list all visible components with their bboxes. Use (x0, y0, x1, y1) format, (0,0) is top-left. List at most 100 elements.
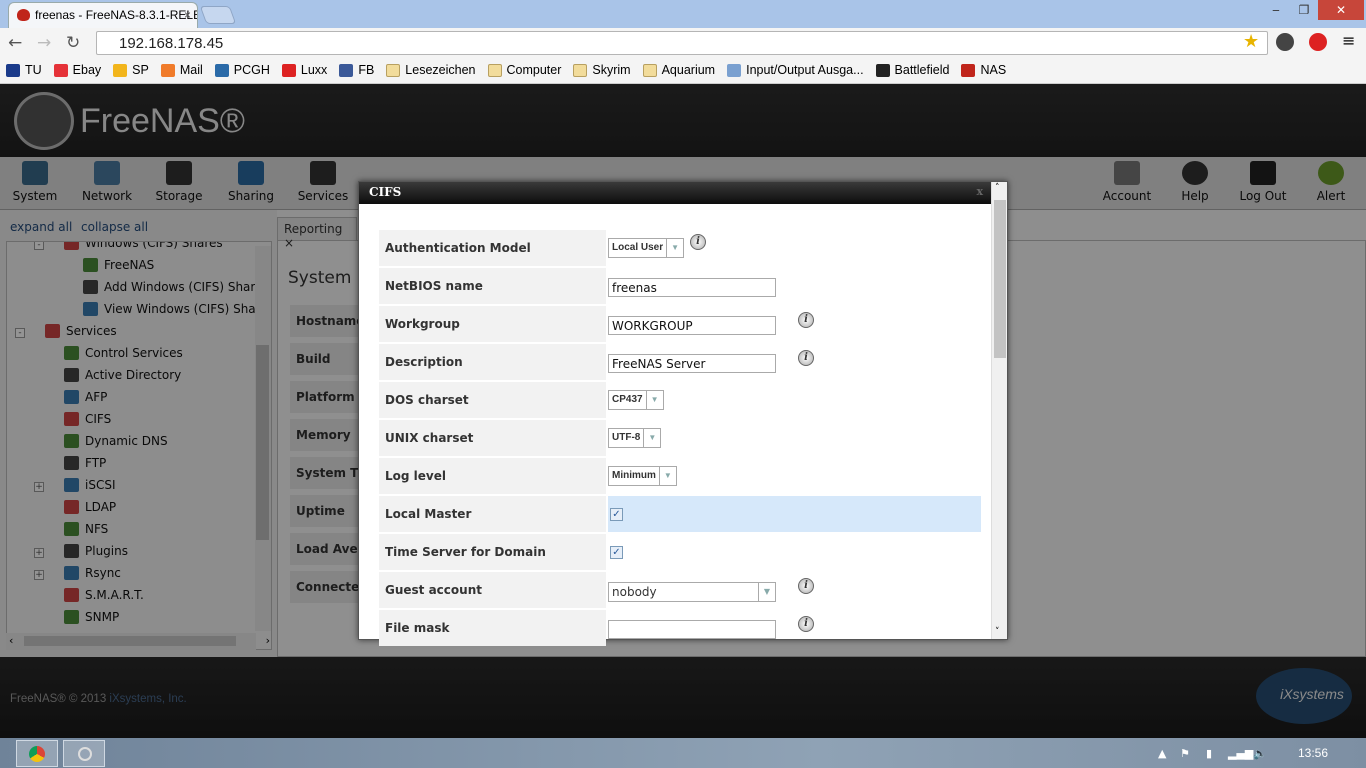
field-row-local-master: Local Master ✓ (379, 496, 981, 532)
chevron-down-icon: ▼ (643, 429, 660, 447)
browser-tab[interactable]: freenas - FreeNAS-8.3.1-RELEASE× (8, 2, 198, 28)
field-label: Workgroup (379, 306, 606, 342)
field-control: ✓ (608, 534, 981, 570)
maximize-button[interactable]: ❐ (1290, 0, 1318, 20)
bookmark-nas[interactable]: NAS (961, 63, 1006, 77)
bookmark-skyrim[interactable]: Skyrim (573, 63, 631, 77)
menu-icon[interactable]: ≡ (1342, 31, 1355, 50)
select-value: Local User (612, 242, 664, 253)
new-tab-button[interactable] (199, 6, 237, 24)
log-level-select[interactable]: Minimum ▼ (608, 466, 677, 486)
volume-icon[interactable]: 🔈 (1253, 747, 1267, 760)
bookmark-favicon-icon (281, 63, 296, 77)
bookmarks-bar: TU Ebay SP Mail PCGH Luxx FB Lesezeichen Compute… (0, 57, 1366, 84)
reload-icon[interactable]: ↻ (66, 33, 80, 53)
bookmark-input-output-ausga-[interactable]: Input/Output Ausga... (727, 63, 864, 77)
dialog-title-bar[interactable]: CIFS x (359, 182, 991, 204)
time-server-for-domain-checkbox[interactable]: ✓ (610, 546, 623, 559)
unix-charset-select[interactable]: UTF-8 ▼ (608, 428, 662, 448)
field-row-unix-charset: UNIX charset UTF-8 ▼ (379, 420, 981, 456)
select-value: Minimum (612, 470, 656, 481)
close-tab-icon[interactable]: × (184, 8, 191, 22)
tab-title: freenas - FreeNAS-8.3.1-RELEASE (35, 8, 197, 22)
freenas-favicon-icon (17, 9, 30, 21)
url-input[interactable]: 192.168.178.45 (96, 31, 1268, 55)
show-hidden-icons[interactable]: ▲ (1158, 747, 1166, 760)
field-label: Local Master (379, 496, 606, 532)
network-signal-icon[interactable]: ▂▄▆ (1228, 747, 1253, 760)
bookmark-tu[interactable]: TU (6, 63, 42, 77)
field-label: Log level (379, 458, 606, 494)
info-icon[interactable]: i (690, 234, 706, 250)
dialog-scrollbar[interactable]: ˄ ˅ (991, 182, 1007, 639)
field-control: FreeNAS Server i (608, 344, 981, 380)
bookmark-favicon-icon (339, 63, 354, 77)
bookmark-sp[interactable]: SP (113, 63, 149, 77)
field-label: DOS charset (379, 382, 606, 418)
netbios-name-input[interactable]: freenas (608, 278, 776, 297)
select-value: UTF-8 (612, 432, 641, 443)
bookmark-ebay[interactable]: Ebay (53, 63, 102, 77)
forward-icon[interactable]: → (37, 33, 51, 53)
bookmark-favicon-icon (214, 63, 229, 77)
guest-account-select[interactable]: nobody ▼ (608, 582, 776, 602)
field-row-description: Description FreeNAS Server i (379, 344, 981, 380)
bookmark-label: Luxx (300, 63, 328, 77)
bookmark-computer[interactable]: Computer (487, 63, 562, 77)
authentication-model-select[interactable]: Local User ▼ (608, 238, 685, 258)
bookmark-aquarium[interactable]: Aquarium (642, 63, 716, 77)
field-control: Minimum ▼ (608, 458, 981, 494)
action-center-flag-icon[interactable]: ⚑ (1180, 747, 1190, 760)
battery-icon[interactable]: ▮ (1206, 747, 1212, 760)
chrome-taskbar-button[interactable] (16, 740, 58, 767)
bookmark-lesezeichen[interactable]: Lesezeichen (386, 63, 476, 77)
bookmark-pcgh[interactable]: PCGH (214, 63, 270, 77)
bookmark-star-icon[interactable]: ★ (1243, 31, 1259, 52)
bookmark-label: Ebay (72, 63, 102, 77)
bookmark-label: Lesezeichen (405, 63, 476, 77)
select-value: CP437 (612, 394, 643, 405)
info-icon[interactable]: i (798, 350, 814, 366)
field-label: NetBIOS name (379, 268, 606, 304)
close-dialog-icon[interactable]: x (976, 185, 983, 198)
field-label: UNIX charset (379, 420, 606, 456)
bookmark-label: Aquarium (661, 63, 716, 77)
file-mask-input[interactable] (608, 620, 776, 639)
bookmark-label: Battlefield (894, 63, 950, 77)
back-icon[interactable]: ← (8, 33, 22, 53)
bookmark-fb[interactable]: FB (339, 63, 374, 77)
dialog-scroll-thumb[interactable] (994, 200, 1006, 358)
clock[interactable]: 13:56 (1298, 746, 1328, 760)
field-label: File mask (379, 610, 606, 646)
field-row-guest-account: Guest account nobody ▼ i (379, 572, 981, 608)
field-row-netbios-name: NetBIOS name freenas (379, 268, 981, 304)
info-icon[interactable]: i (798, 616, 814, 632)
info-icon[interactable]: i (798, 312, 814, 328)
bookmark-label: PCGH (233, 63, 270, 77)
bookmark-label: NAS (980, 63, 1007, 77)
adblock-icon[interactable] (1309, 33, 1327, 51)
dos-charset-select[interactable]: CP437 ▼ (608, 390, 664, 410)
close-window-button[interactable]: ✕ (1318, 0, 1364, 20)
field-label: Authentication Model (379, 230, 606, 266)
bookmark-label: Computer (506, 63, 562, 77)
bookmark-favicon-icon (160, 63, 175, 77)
bookmark-battlefield[interactable]: Battlefield (875, 63, 950, 77)
extension-icon[interactable] (1276, 33, 1294, 51)
info-icon[interactable]: i (798, 578, 814, 594)
bookmark-mail[interactable]: Mail (160, 63, 203, 77)
workgroup-input[interactable]: WORKGROUP (608, 316, 776, 335)
minimize-button[interactable]: ‒ (1262, 0, 1290, 20)
field-control: CP437 ▼ (608, 382, 981, 418)
folder-icon (573, 63, 588, 77)
chevron-down-icon: ▼ (645, 391, 663, 409)
app-taskbar-button[interactable] (63, 740, 105, 767)
bookmark-label: Skyrim (592, 63, 631, 77)
field-label: Guest account (379, 572, 606, 608)
bookmark-label: Mail (179, 63, 203, 77)
folder-icon (487, 63, 502, 77)
description-input[interactable]: FreeNAS Server (608, 354, 776, 373)
bookmark-luxx[interactable]: Luxx (281, 63, 328, 77)
bookmark-label: FB (358, 63, 375, 77)
local-master-checkbox[interactable]: ✓ (610, 508, 623, 521)
